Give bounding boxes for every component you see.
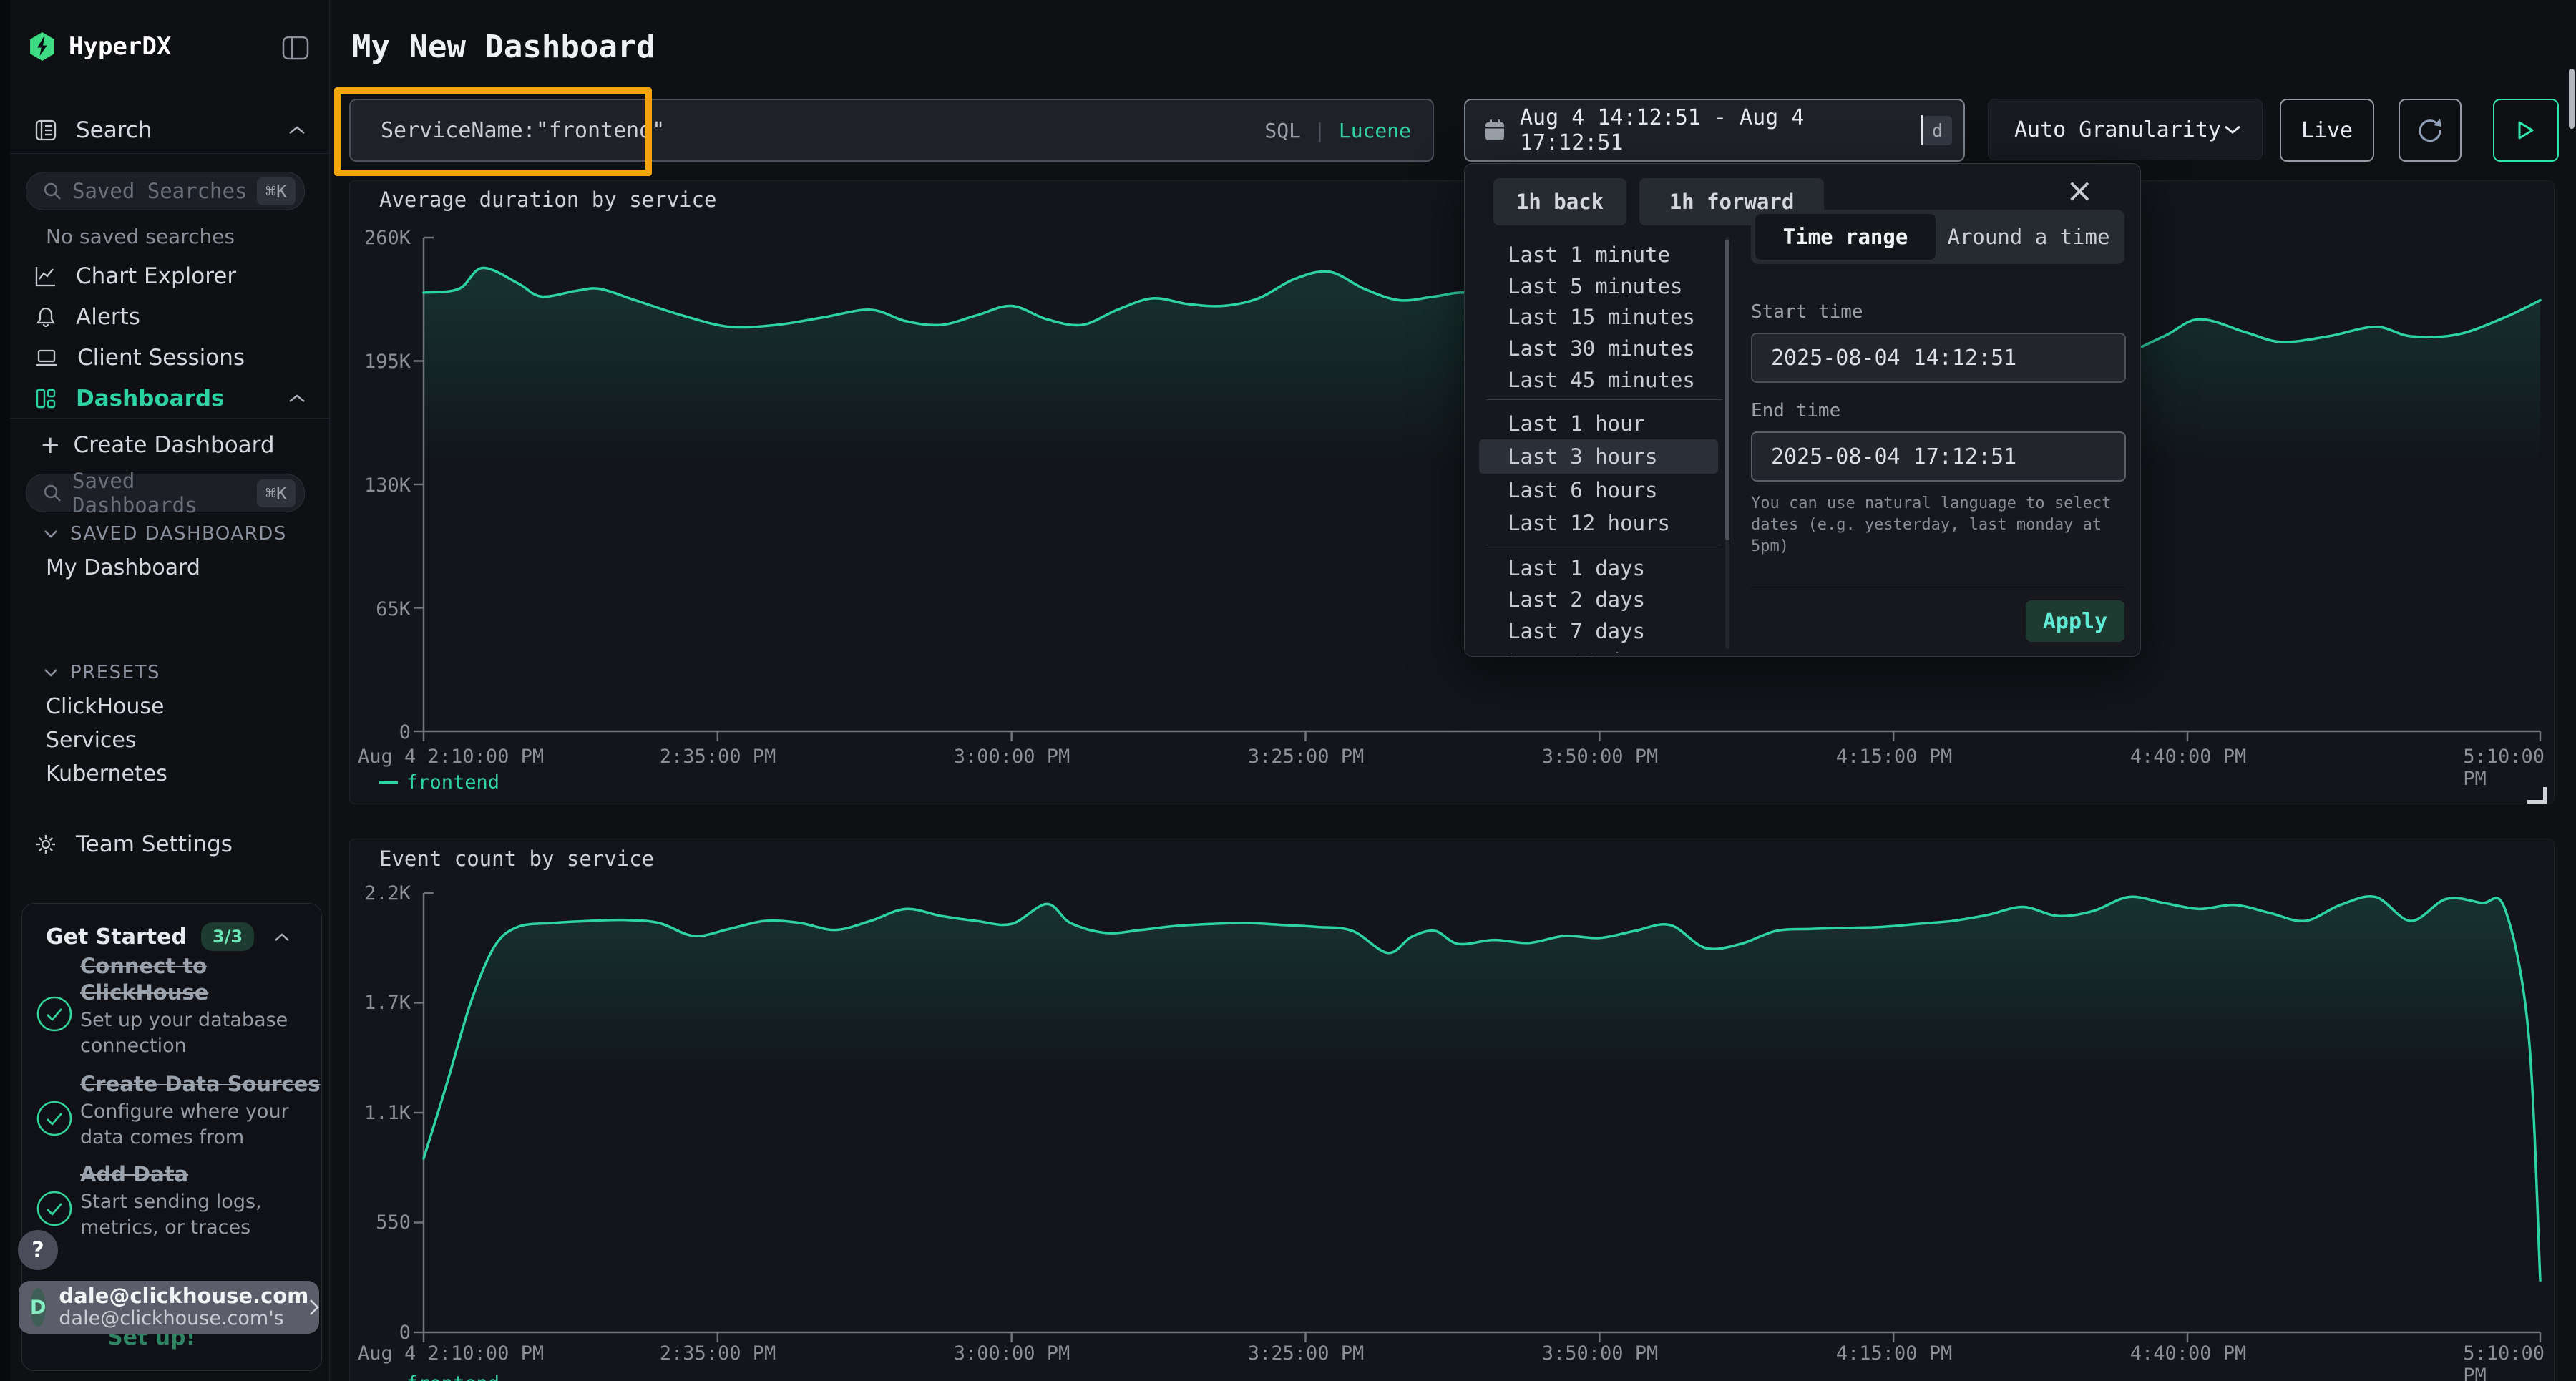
preset-item[interactable]: Last 6 hours — [1508, 478, 1658, 502]
start-time-input[interactable]: 2025-08-04 14:12:51 — [1751, 333, 2126, 383]
x-tick-label: 4:40:00 PM — [2130, 746, 2247, 768]
legend[interactable]: frontend — [379, 1372, 499, 1381]
y-tick-label: 260K — [346, 227, 411, 249]
preset-item[interactable]: Last 1 minute — [1508, 243, 1670, 267]
legend-label: frontend — [406, 1372, 499, 1381]
start-time-value: 2025-08-04 14:12:51 — [1771, 346, 2016, 371]
preset-item[interactable]: Last 12 hours — [1508, 511, 1670, 535]
x-tick-label: 4:15:00 PM — [1836, 1342, 1953, 1365]
tab-time-range[interactable]: Time range — [1755, 214, 1936, 260]
x-tick-label: 3:00:00 PM — [954, 746, 1070, 768]
x-tick-label: 3:25:00 PM — [1248, 1342, 1365, 1365]
hyperdx-app: HyperDX Search Saved Searches ⌘K No save… — [0, 0, 2576, 1381]
legend-line-swatch — [379, 781, 398, 784]
preset-item[interactable]: Last 15 minutes — [1508, 305, 1695, 329]
x-tick-label: 3:50:00 PM — [1542, 746, 1659, 768]
chart-title: Event count by service — [379, 846, 654, 871]
legend-label: frontend — [406, 771, 499, 794]
y-tick-label: 130K — [346, 474, 411, 497]
x-tick-label: 3:00:00 PM — [954, 1342, 1070, 1365]
x-tick-label: 4:40:00 PM — [2130, 1342, 2247, 1365]
y-tick-label: 0 — [346, 1322, 411, 1344]
y-tick-label: 1.7K — [346, 992, 411, 1014]
end-time-label: End time — [1751, 400, 1840, 421]
apply-button[interactable]: Apply — [2026, 600, 2124, 642]
preset-list: Last 1 minute Last 5 minutes Last 15 min… — [1465, 237, 1725, 653]
y-tick-label: 65K — [346, 598, 411, 620]
scrollbar-thumb[interactable] — [1725, 240, 1729, 540]
shift-back-button[interactable]: 1h back — [1493, 178, 1626, 225]
preset-item[interactable]: Last 7 days — [1508, 619, 1645, 643]
chevron-right-icon — [308, 1298, 320, 1317]
avatar: D — [30, 1288, 46, 1327]
natural-language-helper: You can use natural language to select d… — [1751, 493, 2123, 557]
preset-item[interactable]: Last 30 minutes — [1508, 336, 1695, 361]
preset-item[interactable]: Last 1 days — [1508, 556, 1645, 580]
x-tick-label: Aug 4 2:10:00 PM — [358, 1342, 544, 1365]
x-tick-label: Aug 4 2:10:00 PM — [358, 746, 544, 768]
preset-item[interactable]: Last 45 minutes — [1508, 368, 1695, 392]
tab-around-a-time[interactable]: Around a time — [1937, 214, 2120, 260]
preset-item[interactable]: Last 2 days — [1508, 587, 1645, 612]
user-org: dale@clickhouse.com's — [59, 1307, 308, 1330]
annotation-highlight-box — [334, 87, 652, 176]
preset-item-selected[interactable]: Last 3 hours — [1508, 444, 1658, 469]
resize-handle[interactable] — [2527, 787, 2547, 804]
y-tick-label: 1.1K — [346, 1102, 411, 1124]
end-time-value: 2025-08-04 17:12:51 — [1771, 444, 2016, 469]
y-tick-label: 2.2K — [346, 882, 411, 904]
end-time-input[interactable]: 2025-08-04 17:12:51 — [1751, 431, 2126, 482]
x-tick-label: 5:10:00 PM — [2463, 1342, 2545, 1381]
preset-item[interactable]: Last 5 minutes — [1508, 274, 1682, 298]
preset-item[interactable]: Last 14 days — [1508, 649, 1658, 653]
y-tick-label: 550 — [346, 1211, 411, 1234]
legend[interactable]: frontend — [379, 771, 499, 794]
x-tick-label: 2:35:00 PM — [660, 746, 776, 768]
y-tick-label: 195K — [346, 351, 411, 373]
time-picker-dropdown: 1h back 1h forward × Last 1 minute Last … — [1464, 163, 2141, 657]
x-tick-label: 3:25:00 PM — [1248, 746, 1365, 768]
close-icon[interactable]: × — [2066, 174, 2094, 207]
x-tick-label: 2:35:00 PM — [660, 1342, 776, 1365]
page-scrollbar-thumb[interactable] — [2569, 69, 2575, 129]
chart-title: Average duration by service — [379, 187, 716, 212]
x-tick-label: 5:10:00 PM — [2463, 746, 2545, 790]
start-time-label: Start time — [1751, 301, 1863, 323]
y-tick-label: 0 — [346, 721, 411, 743]
help-button[interactable]: ? — [18, 1230, 58, 1270]
x-tick-label: 4:15:00 PM — [1836, 746, 1953, 768]
preset-item[interactable]: Last 1 hour — [1508, 411, 1645, 436]
user-email: dale@clickhouse.com — [59, 1284, 308, 1307]
list-divider — [1486, 399, 1722, 400]
x-tick-label: 3:50:00 PM — [1542, 1342, 1659, 1365]
user-chip[interactable]: D dale@clickhouse.com dale@clickhouse.co… — [19, 1281, 319, 1334]
